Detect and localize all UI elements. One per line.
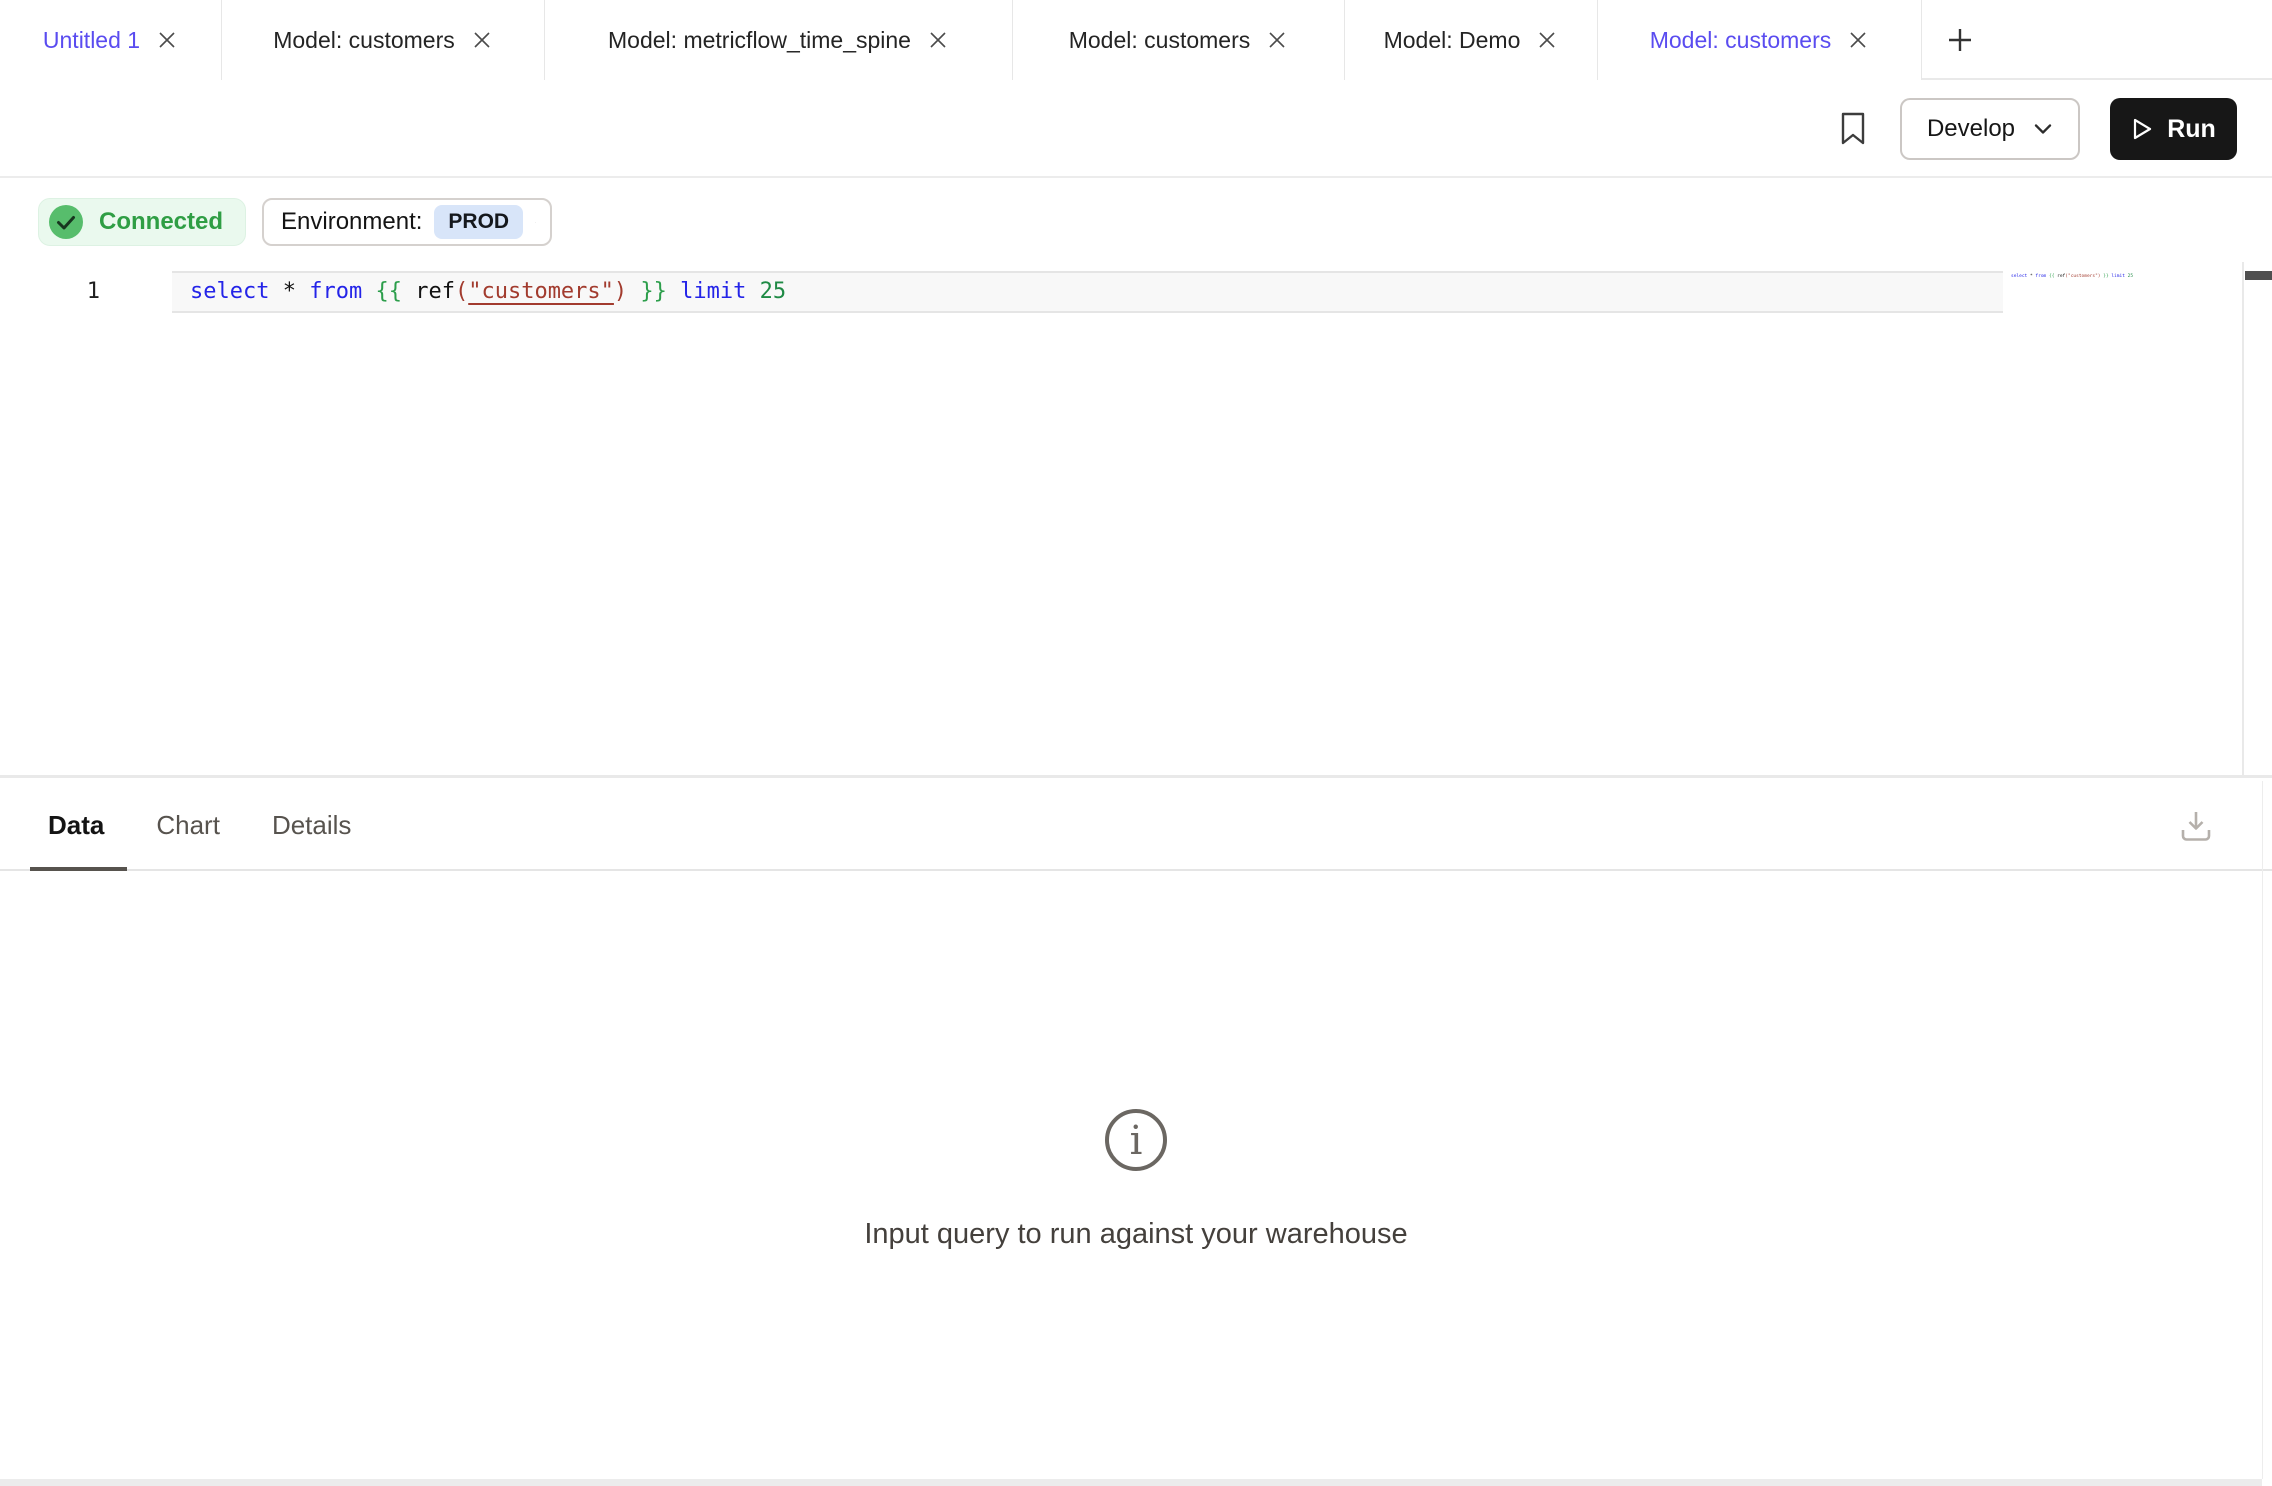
tab-model-customers-2[interactable]: Model: customers [1013, 0, 1345, 80]
sql-editor[interactable]: 1 select * from {{ ref("customers") }} l… [0, 262, 2272, 778]
code-token [269, 279, 282, 304]
close-icon[interactable] [927, 29, 949, 51]
bookmark-icon [1839, 111, 1867, 147]
tab-data[interactable]: Data [48, 810, 104, 841]
develop-label: Develop [1927, 115, 2015, 143]
code-token: * [283, 279, 296, 304]
connection-status-text: Connected [99, 208, 223, 236]
close-icon[interactable] [1266, 29, 1288, 51]
code-token [362, 279, 375, 304]
code-token: ref [415, 279, 455, 304]
tab-chart[interactable]: Chart [156, 810, 220, 841]
code-token: 25 [760, 279, 787, 304]
environment-value-chip: PROD [434, 205, 523, 239]
tab-untitled-1[interactable]: Untitled 1 [0, 0, 222, 80]
code-token [746, 279, 759, 304]
code-token [627, 279, 640, 304]
code-line[interactable]: select * from {{ ref("customers") }} lim… [190, 271, 786, 313]
tab-label: Model: customers [273, 27, 455, 54]
chevron-down-icon [535, 217, 536, 228]
tab-label: Model: metricflow_time_spine [608, 27, 911, 54]
download-icon [2178, 807, 2214, 845]
editor-minimap[interactable]: select * from {{ ref("customers") }} lim… [2011, 274, 2133, 280]
new-tab-button[interactable] [1922, 0, 1998, 80]
close-icon[interactable] [471, 29, 493, 51]
tab-details[interactable]: Details [272, 810, 351, 841]
minimap-border [2242, 262, 2244, 778]
code-token: limit [680, 279, 746, 304]
results-tab-bar: Data Chart Details [0, 781, 2272, 871]
code-token [296, 279, 309, 304]
bottom-panel-edge [0, 1479, 2262, 1486]
tab-label: Model: customers [1069, 27, 1251, 54]
line-number: 1 [60, 271, 100, 313]
tab-label: Untitled 1 [43, 27, 140, 54]
code-token: }} [640, 279, 667, 304]
code-token: ) [614, 279, 627, 304]
chevron-down-icon [2033, 123, 2053, 135]
run-button[interactable]: Run [2110, 98, 2237, 160]
close-icon[interactable] [1536, 29, 1558, 51]
empty-state: i Input query to run against your wareho… [0, 1107, 2272, 1251]
model-ref-link[interactable]: "customers" [468, 279, 614, 304]
editor-tab-bar: Untitled 1 Model: customers Model: metri… [0, 0, 2272, 80]
check-circle-icon [47, 203, 85, 241]
plus-icon [1945, 25, 1975, 55]
tab-label: Model: Demo [1384, 27, 1521, 54]
code-token: select [190, 279, 269, 304]
toolbar: Develop Run [0, 82, 2272, 178]
active-tab-underline [30, 867, 127, 871]
close-icon[interactable] [1847, 29, 1869, 51]
close-icon[interactable] [156, 29, 178, 51]
info-icon: i [1103, 1107, 1169, 1173]
download-button[interactable] [2177, 806, 2215, 846]
tab-model-metricflow-time-spine[interactable]: Model: metricflow_time_spine [545, 0, 1013, 80]
run-label: Run [2167, 115, 2216, 144]
develop-dropdown-button[interactable]: Develop [1900, 98, 2080, 160]
bookmark-button[interactable] [1836, 109, 1870, 149]
play-icon [2131, 117, 2153, 141]
environment-selector[interactable]: Environment: PROD [262, 198, 552, 246]
code-token: from [309, 279, 362, 304]
code-token: ( [455, 279, 468, 304]
results-panel: Data Chart Details i Input query to run … [0, 781, 2272, 1479]
code-token [667, 279, 680, 304]
connection-status-badge: Connected [38, 198, 246, 246]
tab-model-customers-3[interactable]: Model: customers [1598, 0, 1922, 80]
tab-model-demo[interactable]: Model: Demo [1345, 0, 1598, 80]
tab-label: Model: customers [1650, 27, 1832, 54]
status-bar: Connected Environment: PROD [38, 198, 552, 246]
editor-scrollbar-thumb[interactable] [2245, 271, 2272, 280]
svg-text:i: i [1130, 1118, 1143, 1164]
code-token: {{ [375, 279, 402, 304]
code-token [402, 279, 415, 304]
tab-model-customers-1[interactable]: Model: customers [222, 0, 545, 80]
environment-label: Environment: [281, 208, 422, 236]
empty-state-message: Input query to run against your warehous… [0, 1218, 2272, 1251]
